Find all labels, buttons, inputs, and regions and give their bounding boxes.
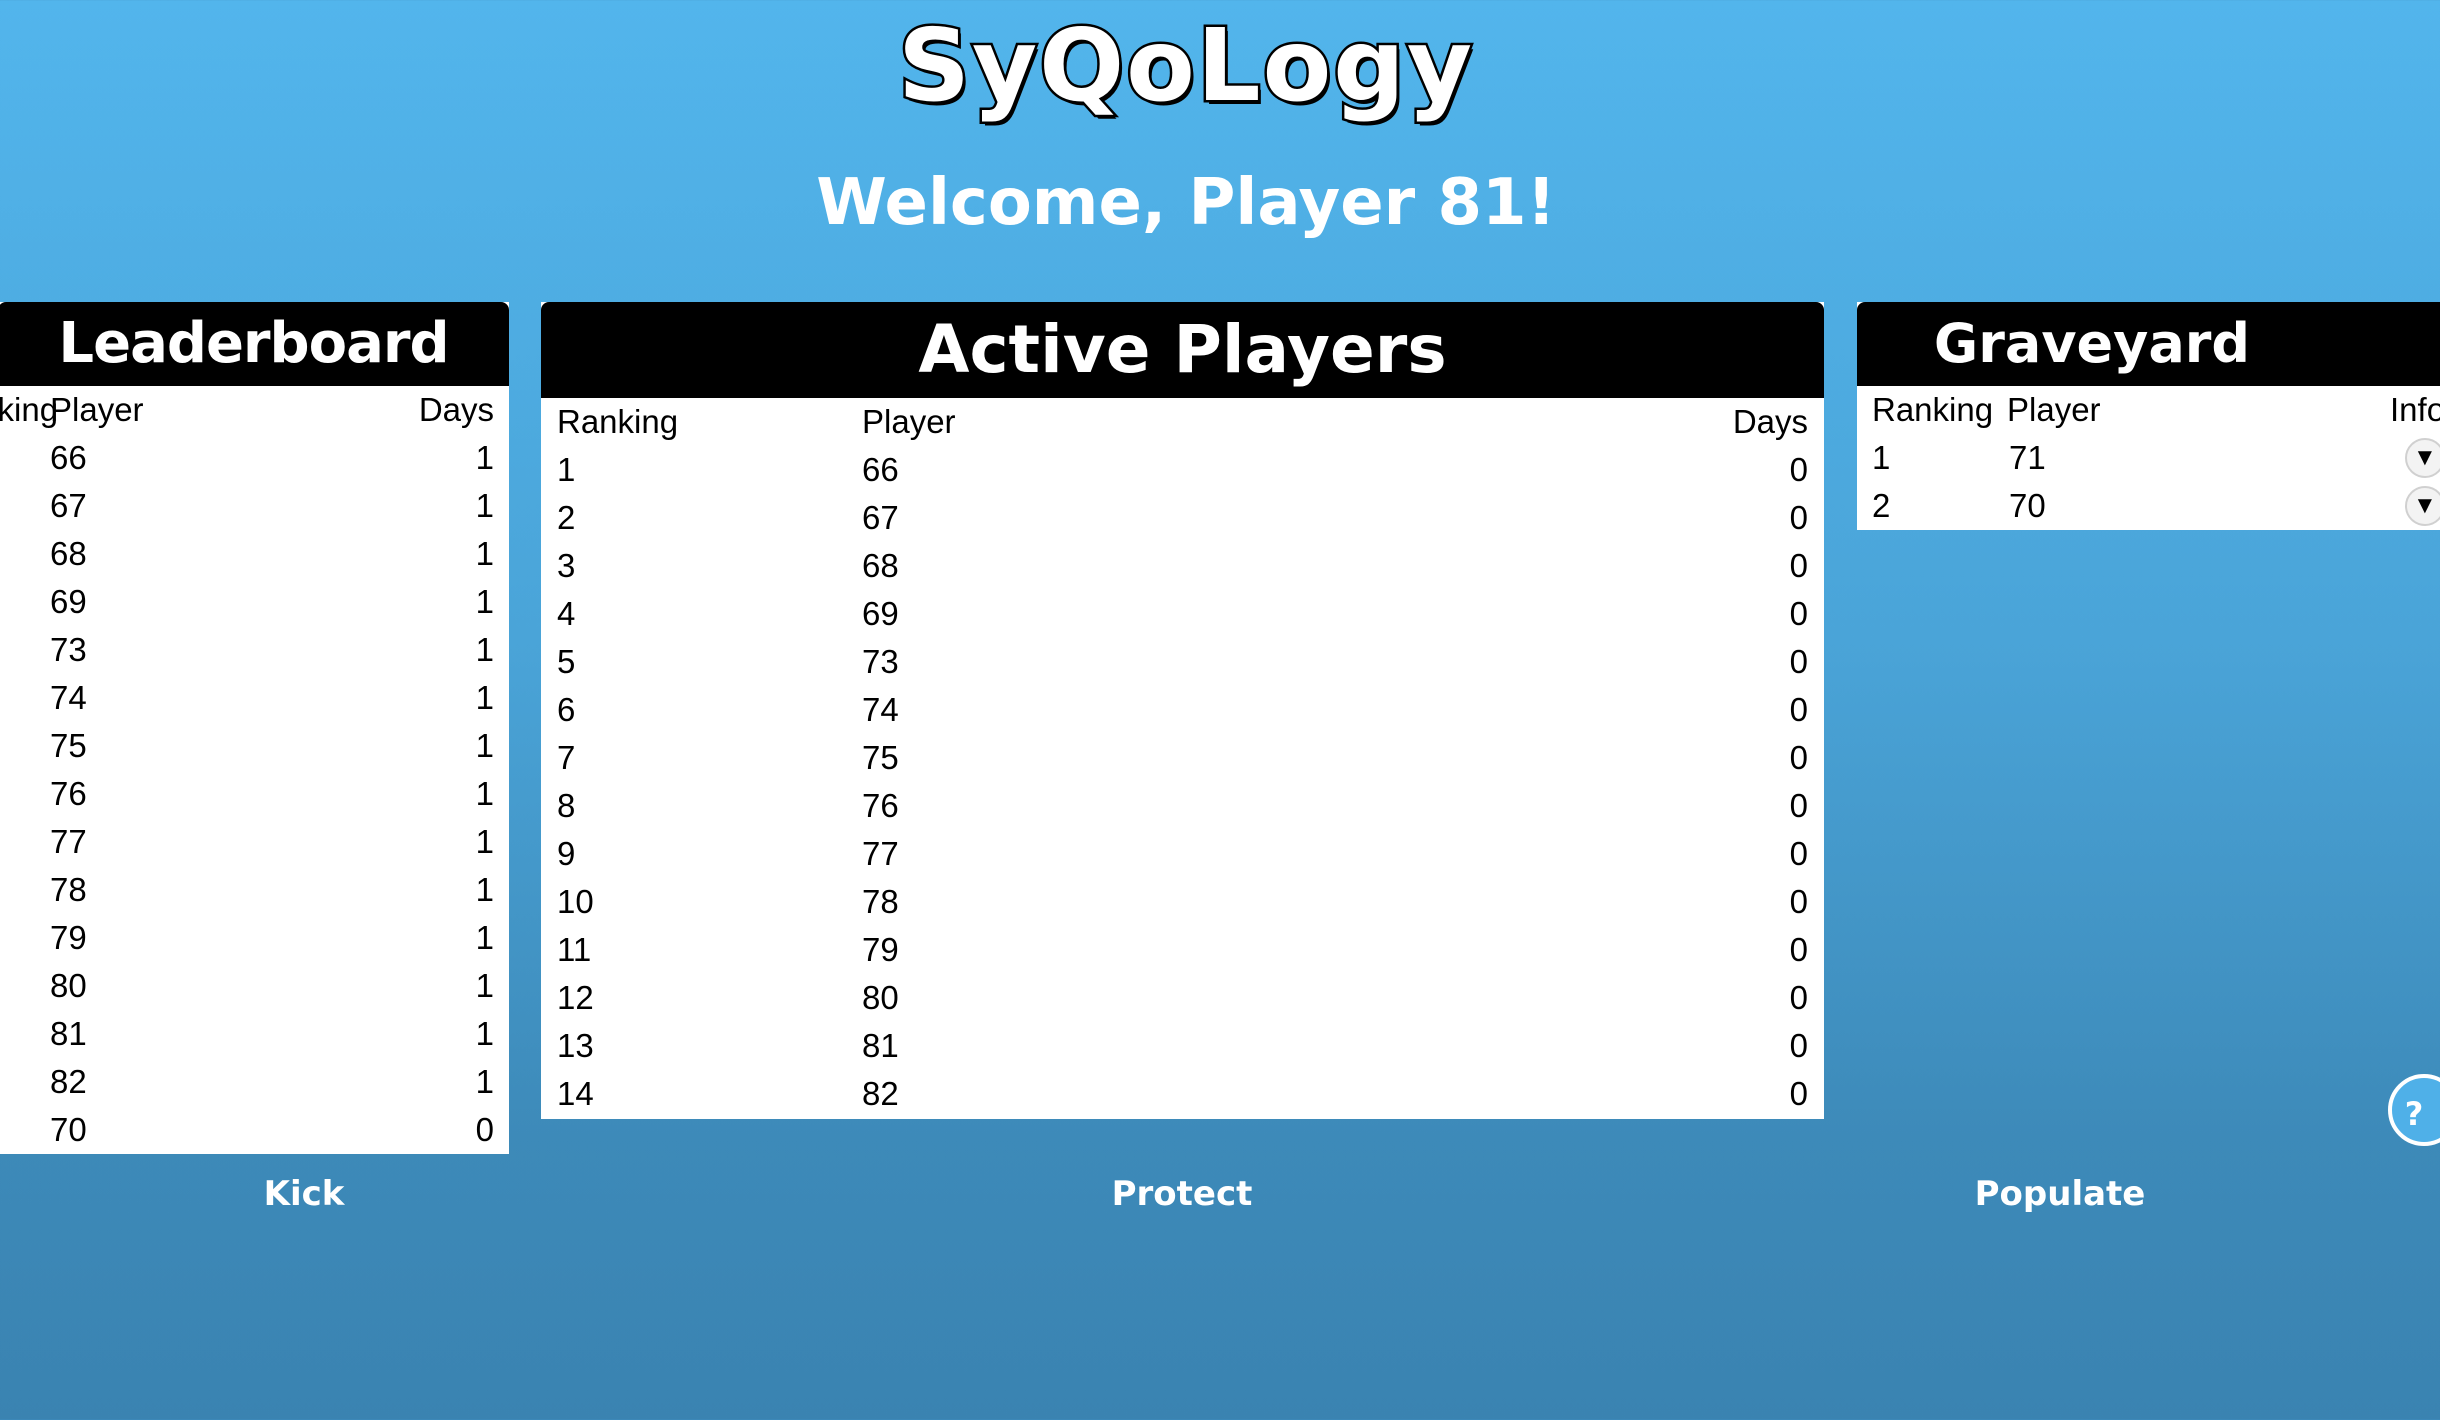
active-ranking-cell: 5 (557, 643, 576, 680)
leaderboard-player-cell: 78 (50, 871, 87, 908)
leaderboard-days-cell: 0 (475, 1111, 494, 1148)
leaderboard-days-cell: 1 (475, 535, 494, 572)
leaderboard-days-cell: 1 (475, 679, 494, 716)
active-player-cell: 81 (862, 1027, 899, 1064)
leaderboard-days-cell: 1 (475, 919, 494, 956)
graveyard-panel: Graveyard Ranking Player Info 1 71 ▼ 2 70 ▼ (1857, 302, 2440, 530)
leaderboard-header-player: Player (50, 391, 144, 428)
active-days-cell: 0 (1789, 883, 1808, 920)
leaderboard-player-cell: 81 (50, 1015, 87, 1052)
leaderboard-days-cell: 1 (475, 967, 494, 1004)
active-ranking-cell: 6 (557, 691, 576, 728)
leaderboard-header-days: Days (418, 391, 494, 428)
leaderboard-player-cell: 68 (50, 535, 87, 572)
active-ranking-cell: 14 (557, 1075, 594, 1112)
leaderboard-days-cell: 1 (475, 439, 494, 476)
graveyard-header-player: Player (2007, 391, 2101, 428)
active-days-cell: 0 (1789, 595, 1808, 632)
active-player-cell: 77 (862, 835, 899, 872)
triangle-down-icon[interactable]: ▼ (2405, 438, 2440, 478)
active-player-cell: 68 (862, 547, 899, 584)
leaderboard-player-cell: 67 (50, 487, 87, 524)
graveyard-header-ranking: Ranking (1872, 391, 1994, 428)
active-ranking-cell: 1 (557, 451, 576, 488)
leaderboard-days-cell: 1 (475, 1063, 494, 1100)
graveyard-player-cell: 71 (2009, 439, 2046, 476)
active-ranking-cell: 4 (557, 595, 576, 632)
active-player-cell: 80 (862, 979, 899, 1016)
active-ranking-cell: 7 (557, 739, 576, 776)
question-mark-icon: ? (2404, 1095, 2424, 1133)
leaderboard-player-cell: 73 (50, 631, 87, 668)
leaderboard-player-cell: 69 (50, 583, 87, 620)
graveyard-title: Graveyard (1857, 302, 2440, 386)
leaderboard-panel: Leaderboard Ranking Player Days 66167168… (0, 302, 509, 1154)
leaderboard-days-cell: 1 (475, 583, 494, 620)
active-player-cell: 76 (862, 787, 899, 824)
active-ranking-cell: 9 (557, 835, 576, 872)
welcome-message: Welcome, Player 81! (816, 166, 1556, 240)
leaderboard-player-cell: 75 (50, 727, 87, 764)
active-header-ranking: Ranking (557, 403, 679, 440)
active-ranking-cell: 2 (557, 499, 576, 536)
active-days-cell: 0 (1789, 931, 1808, 968)
active-player-cell: 78 (862, 883, 899, 920)
active-ranking-cell: 13 (557, 1027, 594, 1064)
active-player-cell: 75 (862, 739, 899, 776)
active-days-cell: 0 (1789, 547, 1808, 584)
active-header-days: Days (1732, 403, 1808, 440)
leaderboard-days-cell: 1 (475, 631, 494, 668)
leaderboard-player-cell: 74 (50, 679, 87, 716)
graveyard-header-info: Info (2390, 391, 2440, 428)
leaderboard-player-cell: 77 (50, 823, 87, 860)
leaderboard-player-cell: 82 (50, 1063, 87, 1100)
leaderboard-days-cell: 1 (475, 775, 494, 812)
leaderboard-title: Leaderboard (0, 302, 509, 386)
active-header-player: Player (862, 403, 956, 440)
active-ranking-cell: 8 (557, 787, 576, 824)
active-ranking-cell: 11 (557, 931, 592, 968)
active-days-cell: 0 (1789, 643, 1808, 680)
graveyard-ranking-cell: 2 (1872, 487, 1891, 524)
leaderboard-days-cell: 1 (475, 871, 494, 908)
active-days-cell: 0 (1789, 787, 1808, 824)
active-player-cell: 79 (862, 931, 899, 968)
active-days-cell: 0 (1789, 1075, 1808, 1112)
leaderboard-days-cell: 1 (475, 823, 494, 860)
active-players-panel: Active Players Ranking Player Days 1 66 0 2… (541, 302, 1824, 1119)
leaderboard-player-cell: 66 (50, 439, 87, 476)
help-button[interactable]: ? (2388, 1074, 2440, 1146)
graveyard-ranking-cell: 1 (1872, 439, 1891, 476)
game-logo: SyQoLogy (895, 5, 1475, 127)
active-ranking-cell: 10 (557, 883, 594, 920)
active-ranking-cell: 12 (557, 979, 594, 1016)
active-days-cell: 0 (1789, 835, 1808, 872)
leaderboard-player-cell: 79 (50, 919, 87, 956)
active-days-cell: 0 (1789, 451, 1808, 488)
active-days-cell: 0 (1789, 739, 1808, 776)
triangle-down-icon[interactable]: ▼ (2405, 486, 2440, 526)
active-days-cell: 0 (1789, 499, 1808, 536)
active-player-cell: 69 (862, 595, 899, 632)
active-player-cell: 73 (862, 643, 899, 680)
active-player-cell: 74 (862, 691, 899, 728)
active-ranking-cell: 3 (557, 547, 576, 584)
active-players-title: Active Players (541, 302, 1824, 398)
active-player-cell: 67 (862, 499, 899, 536)
active-player-cell: 66 (862, 451, 899, 488)
active-days-cell: 0 (1789, 979, 1808, 1016)
leaderboard-player-cell: 76 (50, 775, 87, 812)
graveyard-player-cell: 70 (2009, 487, 2046, 524)
leaderboard-days-cell: 1 (475, 1015, 494, 1052)
active-days-cell: 0 (1789, 1027, 1808, 1064)
leaderboard-player-cell: 80 (50, 967, 87, 1004)
leaderboard-days-cell: 1 (475, 487, 494, 524)
active-days-cell: 0 (1789, 691, 1808, 728)
leaderboard-days-cell: 1 (475, 727, 494, 764)
kick-button[interactable]: Kick (204, 1168, 404, 1220)
leaderboard-player-cell: 70 (50, 1111, 87, 1148)
active-player-cell: 82 (862, 1075, 899, 1112)
protect-button[interactable]: Protect (1082, 1168, 1282, 1220)
populate-button[interactable]: Populate (1940, 1168, 2180, 1220)
